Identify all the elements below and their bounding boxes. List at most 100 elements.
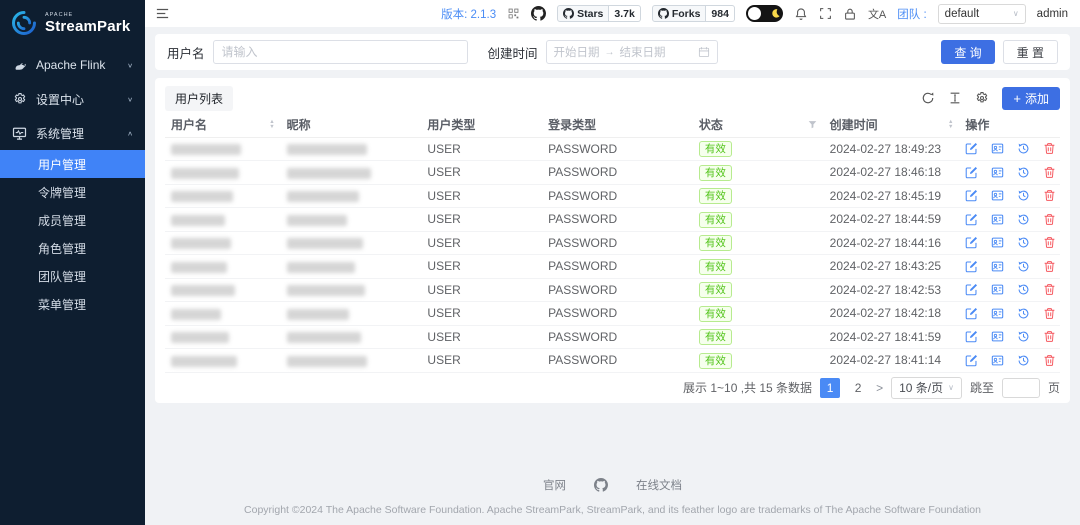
created-time-cell: 2024-02-27 18:41:14 [823, 348, 960, 373]
next-page-button[interactable]: > [876, 381, 883, 395]
sort-icon[interactable]: ▲ ▼ [269, 120, 274, 130]
page-button-2[interactable]: 2 [848, 378, 868, 398]
sidebar-item-user-management[interactable]: 用户管理 [0, 150, 145, 178]
edit-user-icon[interactable] [965, 330, 978, 343]
view-user-icon[interactable] [991, 283, 1004, 296]
reset-password-icon[interactable] [1017, 166, 1030, 179]
delete-user-icon[interactable] [1043, 260, 1056, 273]
col-created-time[interactable]: 创建时间 ▲ ▼ [823, 113, 960, 138]
github-icon[interactable] [594, 478, 608, 492]
reset-password-icon[interactable] [1017, 330, 1030, 343]
notifications-bell-icon[interactable] [794, 7, 808, 21]
page-button-1[interactable]: 1 [820, 377, 841, 398]
reset-password-icon[interactable] [1017, 260, 1030, 273]
edit-user-icon[interactable] [965, 307, 978, 320]
delete-user-icon[interactable] [1043, 166, 1056, 179]
chevron-down-icon: ∨ [948, 383, 954, 392]
submenu-label: 角色管理 [38, 241, 87, 256]
edit-user-icon[interactable] [965, 213, 978, 226]
edit-user-icon[interactable] [965, 260, 978, 273]
view-user-icon[interactable] [991, 307, 1004, 320]
col-status[interactable]: 状态 [692, 113, 824, 138]
table-settings-gear-icon[interactable] [975, 91, 989, 105]
sidebar-item-settings-center[interactable]: 设置中心 ∨ [0, 82, 145, 116]
username-filter-input[interactable] [212, 40, 468, 64]
github-forks-badge[interactable]: Forks 984 [651, 5, 735, 22]
reset-password-icon[interactable] [1017, 283, 1030, 296]
current-user[interactable]: admin [1037, 8, 1068, 20]
delete-user-icon[interactable] [1043, 142, 1056, 155]
created-time-cell: 2024-02-27 18:44:16 [823, 231, 960, 255]
row-height-icon[interactable] [948, 91, 962, 105]
reset-button[interactable]: 重 置 [1002, 40, 1058, 64]
user-type-cell: USER [421, 231, 543, 255]
page-size-select[interactable]: 10 条/页 ∨ [891, 376, 962, 399]
refresh-icon[interactable] [921, 91, 935, 105]
github-icon[interactable] [531, 6, 546, 21]
sidebar-item-token-management[interactable]: 令牌管理 [0, 178, 145, 206]
fullscreen-icon[interactable] [819, 7, 832, 20]
sidebar-item-system-management[interactable]: 系统管理 ∧ [0, 116, 145, 150]
edit-user-icon[interactable] [965, 354, 978, 367]
edit-user-icon[interactable] [965, 283, 978, 296]
language-switch-icon[interactable]: 文A [868, 6, 886, 22]
delete-user-icon[interactable] [1043, 236, 1056, 249]
edit-user-icon[interactable] [965, 189, 978, 202]
col-username[interactable]: 用户名 ▲ ▼ [165, 113, 281, 138]
view-user-icon[interactable] [991, 260, 1004, 273]
reset-password-icon[interactable] [1017, 142, 1030, 155]
view-user-icon[interactable] [991, 354, 1004, 367]
view-user-icon[interactable] [991, 213, 1004, 226]
reset-password-icon[interactable] [1017, 213, 1030, 226]
reset-password-icon[interactable] [1017, 236, 1030, 249]
table-row: USER PASSWORD 有效 2024-02-27 18:44:16 [165, 231, 1060, 255]
sort-icon[interactable]: ▲ ▼ [948, 120, 953, 130]
user-type-cell: USER [421, 160, 543, 185]
dark-mode-toggle[interactable] [745, 5, 783, 22]
jump-to-page-input[interactable] [1001, 377, 1040, 398]
view-user-icon[interactable] [991, 166, 1004, 179]
delete-user-icon[interactable] [1043, 354, 1056, 367]
menu-label: 设置中心 [36, 92, 85, 107]
reset-password-icon[interactable] [1017, 354, 1030, 367]
status-badge: 有效 [698, 211, 732, 228]
official-site-link[interactable]: 官网 [543, 477, 566, 493]
sidebar-item-role-management[interactable]: 角色管理 [0, 234, 145, 262]
lock-screen-icon[interactable] [843, 7, 857, 21]
view-user-icon[interactable] [991, 330, 1004, 343]
nickname-redacted [286, 308, 349, 320]
sidebar-item-team-management[interactable]: 团队管理 [0, 262, 145, 290]
table-row: USER PASSWORD 有效 2024-02-27 18:41:59 [165, 325, 1060, 349]
delete-user-icon[interactable] [1043, 213, 1056, 226]
filter-funnel-icon[interactable] [807, 119, 818, 130]
edit-user-icon[interactable] [965, 142, 978, 155]
view-user-icon[interactable] [991, 236, 1004, 249]
qr-code-icon[interactable] [507, 7, 520, 20]
sidebar-item-apache-flink[interactable]: Apache Flink ∨ [0, 48, 145, 82]
edit-user-icon[interactable] [965, 236, 978, 249]
delete-user-icon[interactable] [1043, 307, 1056, 320]
delete-user-icon[interactable] [1043, 330, 1056, 343]
end-date-placeholder: 结束日期 [619, 47, 666, 59]
search-button[interactable]: 查 询 [941, 40, 995, 64]
view-user-icon[interactable] [991, 189, 1004, 202]
edit-user-icon[interactable] [965, 166, 978, 179]
delete-user-icon[interactable] [1043, 189, 1056, 202]
delete-user-icon[interactable] [1043, 283, 1056, 296]
github-stars-badge[interactable]: Stars 3.7k [557, 5, 641, 22]
menu-fold-icon[interactable] [155, 6, 170, 21]
view-user-icon[interactable] [991, 142, 1004, 155]
status-badge: 有效 [698, 235, 732, 252]
table-row: USER PASSWORD 有效 2024-02-27 18:42:18 [165, 301, 1060, 326]
team-select-dropdown[interactable]: default ∨ [937, 3, 1026, 24]
add-user-button[interactable]: + 添加 [1002, 86, 1060, 110]
table-row: USER PASSWORD 有效 2024-02-27 18:44:59 [165, 207, 1060, 232]
reset-password-icon[interactable] [1017, 307, 1030, 320]
created-time-range-picker[interactable]: 开始日期 → 结束日期 [545, 40, 718, 64]
user-type-cell: USER [421, 278, 543, 302]
sidebar-item-member-management[interactable]: 成员管理 [0, 206, 145, 234]
online-docs-link[interactable]: 在线文档 [636, 477, 682, 493]
sidebar-item-menu-management[interactable]: 菜单管理 [0, 290, 145, 318]
reset-password-icon[interactable] [1017, 189, 1030, 202]
nickname-redacted [286, 144, 367, 156]
